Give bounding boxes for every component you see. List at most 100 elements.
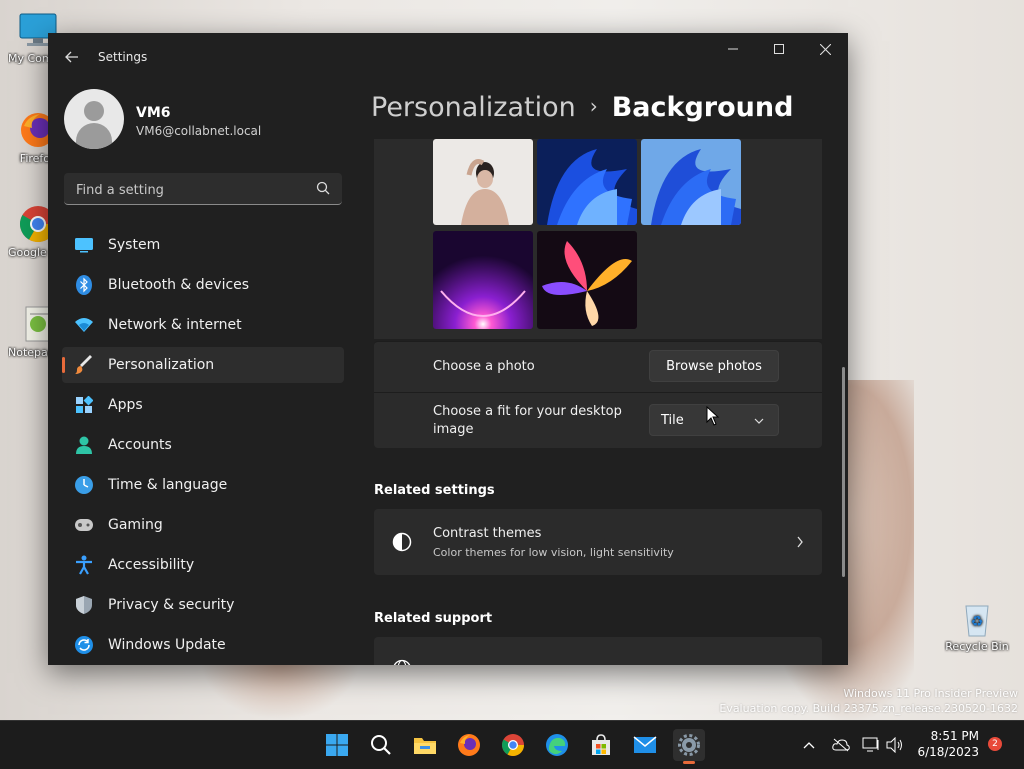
network-monitor-icon: [862, 737, 879, 752]
user-name: VM6: [136, 105, 171, 121]
related-settings-heading: Related settings: [374, 483, 495, 498]
tray-onedrive[interactable]: [832, 736, 850, 754]
search-box[interactable]: [64, 173, 342, 205]
taskbar-mail[interactable]: [629, 729, 661, 761]
minimize-button[interactable]: [710, 33, 756, 65]
search-icon: [371, 735, 391, 755]
sidebar-item-label: Network & internet: [108, 317, 242, 333]
desktop-icon-label: Recycle Bin: [945, 640, 1009, 653]
update-icon: [74, 635, 94, 655]
recent-image-purple-glow[interactable]: [433, 231, 533, 329]
recent-image-blue-bloom-dark[interactable]: [537, 139, 637, 225]
volume-icon: [886, 737, 902, 753]
browse-photos-button[interactable]: Browse photos: [649, 350, 779, 382]
sidebar-item-label: Windows Update: [108, 637, 226, 653]
sidebar-item-apps[interactable]: Apps: [62, 387, 344, 423]
watermark-line: Windows 11 Pro Insider Preview: [843, 687, 1018, 700]
sidebar: VM6 VM6@collabnet.local System Bluetooth…: [48, 81, 358, 665]
maximize-button[interactable]: [756, 33, 802, 65]
watermark-line: Evaluation copy. Build 23375.zn_release.…: [719, 702, 1018, 715]
tray-overflow-button[interactable]: [800, 736, 818, 754]
taskbar-firefox[interactable]: [453, 729, 485, 761]
sidebar-item-accounts[interactable]: Accounts: [62, 427, 344, 463]
time-language-icon: [74, 475, 94, 495]
minimize-icon: [728, 48, 738, 50]
sidebar-item-gaming[interactable]: Gaming: [62, 507, 344, 543]
clock-date: 6/18/2023: [917, 745, 979, 759]
network-icon: [74, 315, 94, 335]
gaming-icon: [74, 515, 94, 535]
desktop-icon-recycle-bin[interactable]: ♻ Recycle Bin: [944, 598, 1010, 653]
system-clock[interactable]: 8:51 PM 6/18/2023: [915, 728, 979, 760]
sidebar-item-privacy[interactable]: Privacy & security: [62, 587, 344, 623]
globe-icon: [393, 659, 411, 665]
sidebar-item-windows-update[interactable]: Windows Update: [62, 627, 344, 663]
start-icon: [326, 734, 348, 756]
back-arrow-icon: [65, 51, 78, 63]
back-button[interactable]: [60, 45, 84, 69]
recent-images-card: [374, 139, 822, 339]
firefox-icon: [458, 734, 480, 756]
search-icon[interactable]: [316, 181, 332, 197]
browse-photos-label: Browse photos: [666, 358, 762, 374]
contrast-themes-subtitle: Color themes for low vision, light sensi…: [433, 546, 674, 559]
wallpaper-figure-lower: [200, 660, 360, 720]
taskbar-settings[interactable]: [673, 729, 705, 764]
windows-watermark: Windows 11 Pro Insider Preview Evaluatio…: [719, 686, 1018, 716]
avatar[interactable]: [64, 89, 124, 149]
accessibility-icon: [74, 555, 94, 575]
sidebar-item-label: Personalization: [108, 357, 215, 373]
fit-dropdown-value: Tile: [661, 412, 684, 428]
choose-photo-label: Choose a photo: [433, 359, 535, 374]
page-title: Background: [611, 92, 794, 123]
divider: [374, 392, 822, 393]
sidebar-item-accessibility[interactable]: Accessibility: [62, 547, 344, 583]
chevron-up-icon: [803, 742, 815, 749]
taskbar-store[interactable]: [585, 729, 617, 761]
recent-image-woman-photo[interactable]: [433, 139, 533, 225]
sidebar-item-bluetooth[interactable]: Bluetooth & devices: [62, 267, 344, 303]
taskbar-edge[interactable]: [541, 729, 573, 761]
taskbar-file-explorer[interactable]: [409, 729, 441, 761]
recent-image-blue-bloom-light[interactable]: [641, 139, 741, 225]
content-pane: Personalization › Background Choose a ph…: [358, 81, 848, 665]
taskbar-chrome[interactable]: [497, 729, 529, 761]
maximize-icon: [774, 44, 784, 54]
breadcrumb: Personalization › Background: [371, 92, 793, 123]
contrast-themes-row[interactable]: Contrast themes Color themes for low vis…: [374, 509, 822, 575]
chevron-right-icon: ›: [589, 94, 598, 118]
mail-icon: [633, 736, 657, 753]
sidebar-item-label: Apps: [108, 397, 143, 413]
taskbar-search-button[interactable]: [365, 729, 397, 761]
contrast-icon: [392, 532, 412, 552]
shield-icon: [74, 595, 94, 615]
title-bar[interactable]: Settings: [48, 33, 848, 81]
search-input[interactable]: [74, 179, 308, 201]
chrome-icon: [502, 734, 524, 756]
store-icon: [592, 734, 610, 755]
notification-badge[interactable]: 2: [988, 737, 1002, 751]
chevron-right-icon: [797, 536, 803, 548]
sidebar-item-label: Privacy & security: [108, 597, 235, 613]
content-scroll-area[interactable]: Choose a photo Browse photos Choose a fi…: [374, 139, 840, 665]
recent-image-colorful-flower[interactable]: [537, 231, 637, 329]
sidebar-item-system[interactable]: System: [62, 227, 344, 263]
sidebar-item-personalization[interactable]: Personalization: [62, 347, 344, 383]
breadcrumb-parent[interactable]: Personalization: [371, 92, 576, 123]
scrollbar[interactable]: [842, 367, 845, 577]
sidebar-item-label: Time & language: [108, 477, 228, 493]
choose-fit-label: Choose a fit for your desktop image: [433, 404, 622, 437]
related-support-card[interactable]: [374, 637, 822, 665]
close-icon: [819, 43, 831, 55]
sidebar-item-label: Bluetooth & devices: [108, 277, 250, 293]
sidebar-item-label: Accounts: [108, 437, 172, 453]
close-button[interactable]: [802, 33, 848, 65]
tray-volume[interactable]: [886, 736, 904, 754]
window-title: Settings: [98, 50, 148, 64]
sidebar-item-time-language[interactable]: Time & language: [62, 467, 344, 503]
sidebar-item-network[interactable]: Network & internet: [62, 307, 344, 343]
apps-icon: [74, 395, 94, 415]
start-button[interactable]: [321, 729, 353, 761]
tray-network[interactable]: [862, 736, 880, 754]
settings-gear-icon: [678, 734, 700, 756]
